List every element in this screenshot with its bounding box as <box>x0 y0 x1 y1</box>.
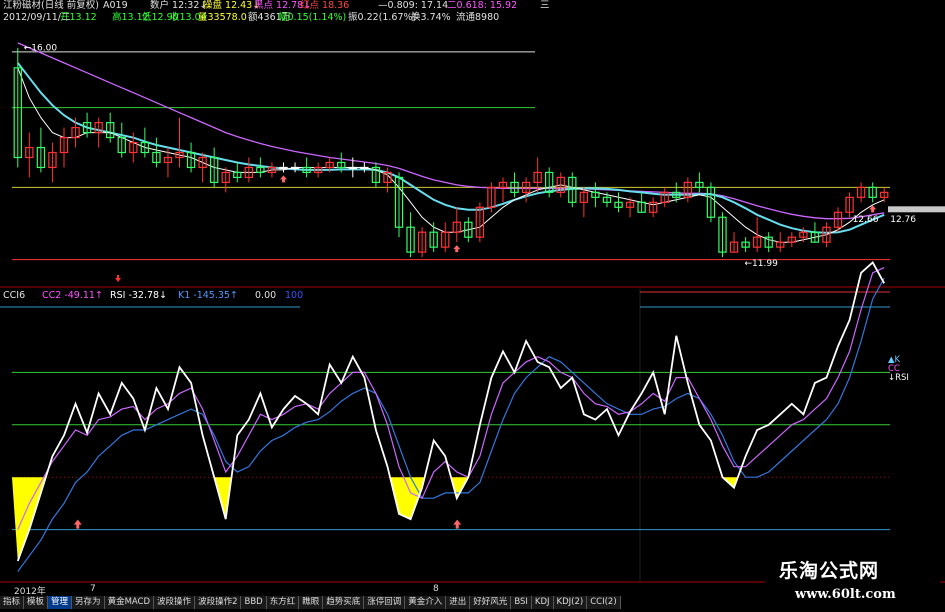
tab-7[interactable]: BBD <box>241 596 267 609</box>
header-field: —0.809: 17.14 <box>378 0 449 11</box>
price-annotation: 12.66 <box>853 215 879 225</box>
candle-body <box>279 166 288 170</box>
tab-18[interactable]: CCI(2) <box>587 596 621 609</box>
indicator-value: K1 -145.35↑ <box>178 290 238 301</box>
tab-3[interactable]: 另存为 <box>72 596 105 609</box>
candle-body <box>348 166 357 170</box>
tab-5[interactable]: 波段操作 <box>154 596 196 609</box>
header-field: 振0.22(1.67%) <box>348 12 417 23</box>
indicator-value: 100 <box>285 290 304 301</box>
ma-slow-line <box>17 42 885 220</box>
tab-16[interactable]: KDJ <box>531 596 554 609</box>
header-field: 换3.74% <box>411 12 451 23</box>
watermark-title: 乐淘公式网 <box>779 560 880 582</box>
axis-year-label: 2012年 <box>14 587 46 597</box>
buy-arrow <box>73 519 82 529</box>
header-field: 操盘 12.43↓ <box>203 0 261 11</box>
ma-fast-line <box>17 67 885 243</box>
buy-arrow <box>453 519 462 529</box>
axis-month-7-label: 7 <box>90 584 96 594</box>
header-field: 红点 18.36 <box>300 0 350 11</box>
tab-11[interactable]: 涨停回调 <box>364 596 406 609</box>
price-buy-arrow <box>453 245 461 253</box>
header-field: 江粉磁材(日线 前复权) <box>3 0 99 11</box>
tab-13[interactable]: 进出 <box>446 596 471 609</box>
chart-stage: ←16.00 12.66 12.76 ←11.99 ▲K CC ↓RSI <box>0 0 945 609</box>
stock-chart-svg: ←16.0012.66 12.76←11.99▲KCC↓RSI <box>0 42 945 583</box>
tab-9[interactable]: 瞧眼 <box>299 596 324 609</box>
oversold-fill <box>12 477 46 561</box>
price-buy-arrow <box>279 175 287 183</box>
price-annotation: 12.76 <box>890 215 916 225</box>
tab-0[interactable]: 指标 <box>0 596 25 609</box>
quote-header: 江粉磁材(日线 前复权) A019 数户 12:32↓ 操盘 12.43↓ 黑点 12.… <box>0 0 945 24</box>
price-annotation-high: ←16.00 <box>24 43 58 53</box>
header-field: 数户 12:32↓ <box>150 0 208 11</box>
tab-8[interactable]: 东方红 <box>266 596 300 609</box>
indicator-tab-bar: 指标 模板 管理 另存为 黄金MACD 波段操作 波段操作2 BBD 东方红 瞧眼 趋势买底 涨停回调… <box>0 596 760 609</box>
header-field: 二0.618: 15.92 <box>447 0 518 11</box>
tab-14[interactable]: 好好风光 <box>470 596 512 609</box>
watermark-url: www.60lt.com <box>795 587 896 602</box>
indicator-value: 0.00 <box>255 290 277 301</box>
header-field: 流通8980 <box>456 12 500 23</box>
header-field: 量33578.0 <box>198 12 247 23</box>
tab-12[interactable]: 黄金介入 <box>405 596 447 609</box>
tab-2[interactable]: 管理 <box>48 596 73 609</box>
header-field: A019 <box>103 0 128 11</box>
tab-6[interactable]: 波段操作2 <box>195 596 242 609</box>
indicator-value: RSI -32.78↓ <box>110 290 168 301</box>
tab-4[interactable]: 黄金MACD <box>104 596 155 609</box>
price-marker-bar <box>888 206 945 213</box>
tab-10[interactable]: 趋势买底 <box>323 596 365 609</box>
candle-body <box>360 166 369 170</box>
tab-1[interactable]: 模板 <box>24 596 49 609</box>
tab-17[interactable]: KDJ(2) <box>553 596 588 609</box>
candle-body <box>290 166 300 170</box>
marker-arrow <box>115 275 121 282</box>
header-field: 三 <box>540 0 550 11</box>
indicator-legend-label: ↓RSI <box>888 373 909 383</box>
axis-month-8-label: 8 <box>433 584 439 594</box>
header-field: 开13.12 <box>60 12 97 23</box>
watermark: 乐淘公式网 www.60lt.com <box>765 554 940 606</box>
price-annotation-low: ←11.99 <box>744 259 778 269</box>
indicator-header: CCI6 CC2 -49.11↑ RSI -32.78↓ K1 -145.35↑ 0.0… <box>0 290 640 302</box>
indicator-value: CC2 -49.11↑ <box>42 290 103 301</box>
indicator-value: CCI6 <box>3 290 26 301</box>
tab-15[interactable]: BSI <box>511 596 532 609</box>
header-field: 幅0.15(1.14%) <box>278 12 347 23</box>
